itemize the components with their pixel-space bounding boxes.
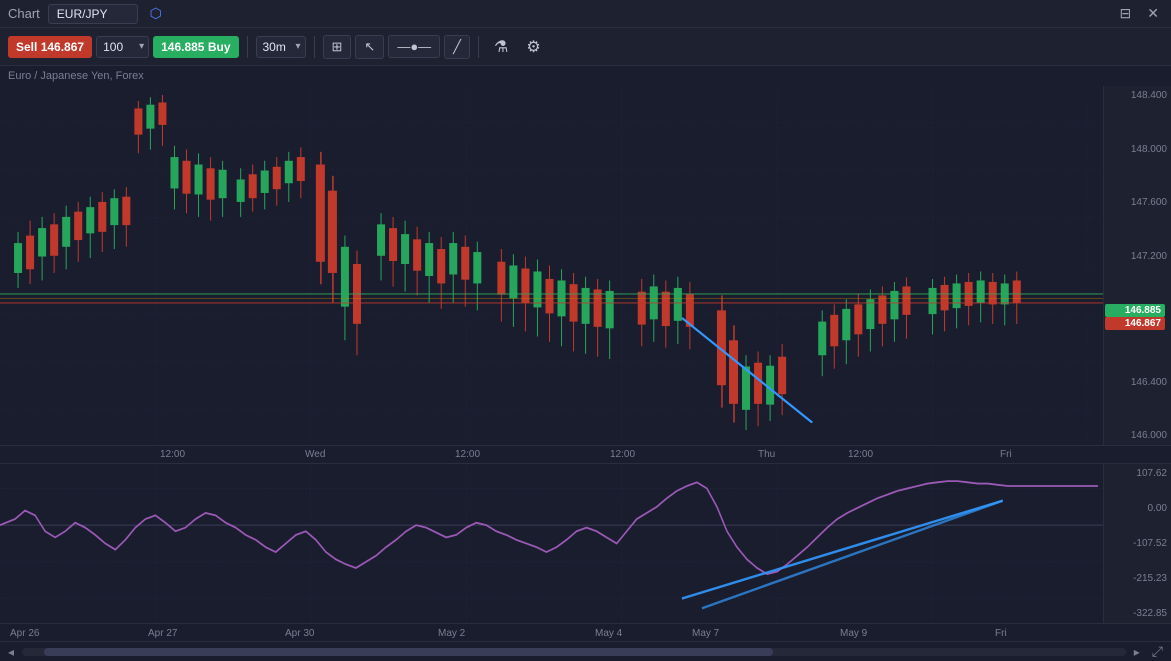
window-controls: ⊟ ✕: [1116, 3, 1163, 24]
y-level-5: 146.400: [1108, 377, 1167, 388]
date-fri: Fri: [995, 628, 1007, 639]
separator-3: [478, 36, 479, 58]
buy-button[interactable]: 146.885 Buy: [153, 36, 238, 58]
chart-label: Euro / Japanese Yen, Forex: [0, 66, 1171, 86]
candlestick-chart[interactable]: L: 146.127: [0, 86, 1103, 445]
flask-icon: ⚗: [494, 37, 508, 57]
date-may7: May 7: [692, 628, 719, 639]
line-tool-btn[interactable]: —●—: [388, 35, 440, 58]
cursor-icon: ↖: [364, 39, 375, 55]
buy-price-tag: 146.885: [1105, 304, 1165, 317]
expand-btn[interactable]: ⤢: [1148, 643, 1167, 660]
x-label-1200-2: 12:00: [455, 449, 480, 460]
symbol-display[interactable]: EUR/JPY: [48, 4, 138, 24]
quantity-wrapper[interactable]: 1002005001000: [96, 36, 149, 58]
oscillator-chart[interactable]: [0, 464, 1103, 623]
flask-btn[interactable]: ⚗: [487, 34, 515, 60]
y-level-4: 147.200: [1108, 251, 1167, 262]
quantity-select[interactable]: 1002005001000: [96, 36, 149, 58]
scrollbar-thumb[interactable]: [44, 648, 772, 656]
y-level-3: 147.600: [1108, 197, 1167, 208]
sell-price-tag: 146.867: [1105, 317, 1165, 330]
date-apr27: Apr 27: [148, 628, 177, 639]
osc-y-1: 107.62: [1108, 468, 1167, 479]
date-apr30: Apr 30: [285, 628, 314, 639]
minimize-btn[interactable]: ⊟: [1116, 3, 1136, 24]
bars-icon: ⊞: [332, 39, 343, 55]
close-btn[interactable]: ✕: [1143, 3, 1163, 24]
main-chart-area[interactable]: L: 146.127 148.400 148.000 147.600 147.2…: [0, 86, 1171, 445]
chart-title: Chart: [8, 6, 40, 21]
gear-icon: ⚙: [526, 37, 540, 57]
settings-btn[interactable]: ⚙: [519, 34, 547, 60]
scrollbar-track[interactable]: [22, 648, 1126, 656]
x-label-thu: Thu: [758, 449, 775, 460]
chart-container: Euro / Japanese Yen, Forex: [0, 66, 1171, 661]
title-bar: Chart EUR/JPY ⬡ ⊟ ✕: [0, 0, 1171, 28]
draw-btn[interactable]: ╱: [444, 35, 470, 59]
scrollbar[interactable]: ◂ ▸ ⤢: [0, 641, 1171, 661]
y-level-6: 146.000: [1108, 430, 1167, 441]
y-level-1: 148.400: [1108, 90, 1167, 101]
y-level-2: 148.000: [1108, 144, 1167, 155]
cursor-btn[interactable]: ↖: [355, 35, 384, 59]
scroll-left-btn[interactable]: ◂: [4, 645, 18, 659]
draw-icon: ╱: [453, 39, 461, 55]
oscillator-svg: [0, 464, 1103, 623]
separator-1: [247, 36, 248, 58]
x-label-wed: Wed: [305, 449, 325, 460]
osc-y-4: -215.23: [1108, 573, 1167, 584]
date-may4: May 4: [595, 628, 622, 639]
oscillator-area[interactable]: 107.62 0.00 -107.52 -215.23 -322.85: [0, 464, 1171, 623]
timeframe-select[interactable]: 1m5m15m30m1h4h1D: [256, 36, 306, 58]
sell-button[interactable]: Sell 146.867: [8, 36, 92, 58]
toolbar: Sell 146.867 1002005001000 146.885 Buy 1…: [0, 28, 1171, 66]
x-label-1200-4: 12:00: [848, 449, 873, 460]
main-y-axis: 148.400 148.000 147.600 147.200 146.885 …: [1103, 86, 1171, 445]
osc-y-2: 0.00: [1108, 503, 1167, 514]
oscillator-y-axis: 107.62 0.00 -107.52 -215.23 -322.85: [1103, 464, 1171, 623]
date-may2: May 2: [438, 628, 465, 639]
osc-y-3: -107.52: [1108, 538, 1167, 549]
osc-y-5: -322.85: [1108, 608, 1167, 619]
x-label-1200-3: 12:00: [610, 449, 635, 460]
oscillator-section: 107.62 0.00 -107.52 -215.23 -322.85: [0, 463, 1171, 623]
timeframe-wrapper[interactable]: 1m5m15m30m1h4h1D: [256, 36, 306, 58]
separator-2: [314, 36, 315, 58]
symbol-icon: ⬡: [146, 4, 166, 24]
main-chart-svg: [0, 86, 1103, 445]
indicators-btn[interactable]: ⊞: [323, 35, 352, 59]
x-label-1200-1: 12:00: [160, 449, 185, 460]
line-tool-icon: —●—: [397, 39, 431, 54]
date-may9: May 9: [840, 628, 867, 639]
date-apr26: Apr 26: [10, 628, 39, 639]
scroll-right-btn[interactable]: ▸: [1130, 645, 1144, 659]
x-label-fri: Fri: [1000, 449, 1012, 460]
